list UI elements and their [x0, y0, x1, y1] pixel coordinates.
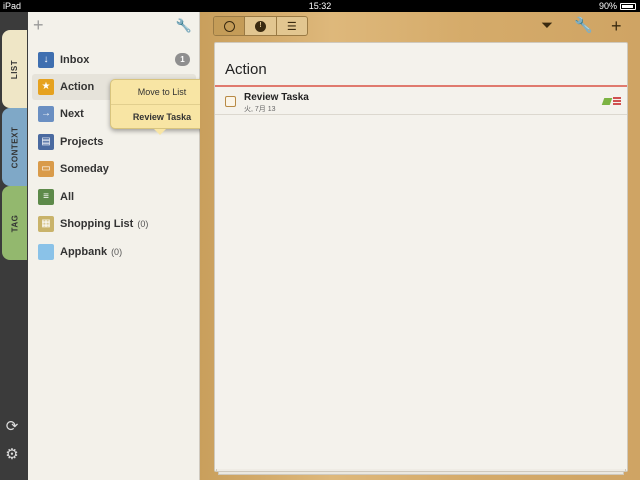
sidebar-item-inbox[interactable]: ↓ Inbox 1: [32, 47, 196, 73]
sidebar-toolbar: + 🔧: [28, 12, 199, 40]
filter-segmented-control: ! ☰: [213, 16, 308, 36]
task-date: 火, 7月 13: [244, 106, 276, 113]
tag-icon: [601, 98, 613, 105]
add-list-icon[interactable]: +: [33, 16, 44, 34]
tab-context[interactable]: CONTEXT: [2, 108, 27, 186]
folder-icon: [38, 244, 54, 260]
list-icon: ☰: [286, 20, 297, 33]
list-view-button[interactable]: ☰: [277, 17, 307, 35]
paper-stack-edge: [218, 472, 624, 475]
task-title: Review Taska: [244, 92, 309, 103]
tab-strip: LIST CONTEXT TAG ⟳ ⚙: [0, 12, 28, 480]
sidebar-item-shopping-list[interactable]: ▦ Shopping List (0): [32, 211, 196, 237]
main-toolbar: ! ☰ ⏷ 🔧 +: [200, 12, 640, 40]
battery-percent: 90%: [598, 1, 617, 11]
notepad-icon: ▦: [38, 216, 54, 232]
exclamation-icon: !: [254, 20, 266, 32]
running-man-icon: ★: [38, 79, 54, 95]
page-title: Action: [225, 61, 267, 78]
battery-status: 90%: [599, 1, 636, 11]
list-marker-icon: [613, 97, 621, 105]
sync-icon[interactable]: ⟳: [3, 418, 21, 436]
sidebar-item-all[interactable]: ≡ All: [32, 184, 196, 210]
wrench-icon[interactable]: 🔧: [574, 16, 593, 36]
status-bar: iPad 15:32 90%: [0, 0, 640, 12]
task-sheet: Action Review Taska 火, 7月 13: [214, 42, 628, 472]
clock: 15:32: [308, 1, 332, 11]
task-row[interactable]: Review Taska 火, 7月 13: [215, 89, 627, 115]
sidebar-item-someday[interactable]: ▭ Someday: [32, 156, 196, 182]
projects-icon: ▤: [38, 134, 54, 150]
dragged-task-label[interactable]: Review Taska: [111, 104, 213, 128]
tab-tag[interactable]: TAG: [2, 186, 27, 260]
inbox-badge: 1: [175, 53, 190, 66]
battery-icon: [620, 2, 636, 10]
main-panel: ! ☰ ⏷ 🔧 + Action Review Taska 火, 7月 13: [200, 12, 640, 480]
priority-filter-button[interactable]: !: [245, 17, 277, 35]
cabinet-icon: ≡: [38, 189, 54, 205]
popover-arrow: [154, 129, 166, 135]
add-task-icon[interactable]: +: [611, 16, 622, 36]
box-icon: ▭: [38, 161, 54, 177]
tab-list[interactable]: LIST: [2, 30, 27, 108]
sidebar-item-projects[interactable]: ▤ Projects: [32, 129, 196, 155]
filter-icon[interactable]: ⏷: [541, 16, 553, 36]
clock-filter-button[interactable]: [214, 17, 246, 35]
wrench-icon[interactable]: 🔧: [176, 18, 192, 34]
task-checkbox[interactable]: [225, 96, 236, 107]
next-icon: →: [38, 106, 54, 122]
inbox-icon: ↓: [38, 52, 54, 68]
sidebar-item-appbank[interactable]: Appbank (0): [32, 239, 196, 265]
gear-icon[interactable]: ⚙: [3, 446, 21, 464]
drag-popover: Move to List Review Taska: [110, 79, 214, 129]
title-divider: [215, 85, 627, 87]
move-to-list-label: Move to List: [137, 87, 187, 97]
clock-icon: [223, 20, 235, 32]
